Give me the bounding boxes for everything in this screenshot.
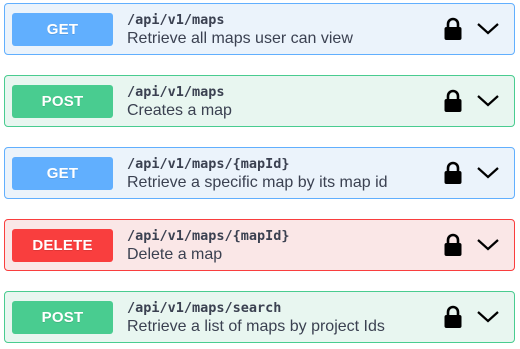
operations-list: GET /api/v1/maps Retrieve all maps user … — [0, 0, 520, 349]
lock-icon[interactable] — [442, 160, 464, 186]
chevron-down-icon[interactable] — [476, 232, 500, 258]
method-badge: POST — [12, 84, 113, 118]
operation-get-map-by-id[interactable]: GET /api/v1/maps/{mapId} Retrieve a spec… — [4, 147, 515, 199]
operation-path: /api/v1/maps/search — [127, 299, 282, 316]
method-badge: DELETE — [12, 228, 113, 262]
lock-icon[interactable] — [442, 304, 464, 330]
operation-summary: Retrieve a list of maps by project Ids — [127, 317, 385, 335]
operation-path: /api/v1/maps/{mapId} — [127, 155, 290, 172]
operation-delete-map[interactable]: DELETE /api/v1/maps/{mapId} Delete a map — [4, 219, 515, 271]
operation-text: /api/v1/maps Creates a map — [127, 83, 442, 120]
method-badge: GET — [12, 156, 113, 190]
method-badge: GET — [12, 12, 113, 46]
operation-path: /api/v1/maps/{mapId} — [127, 227, 290, 244]
operation-summary: Delete a map — [127, 245, 223, 263]
lock-icon[interactable] — [442, 16, 464, 42]
method-badge: POST — [12, 300, 113, 334]
operation-text: /api/v1/maps/search Retrieve a list of m… — [127, 299, 442, 336]
operation-summary: Retrieve a specific map by its map id — [127, 173, 388, 191]
operation-summary: Retrieve all maps user can view — [127, 29, 353, 47]
chevron-down-icon[interactable] — [476, 88, 500, 114]
chevron-down-icon[interactable] — [476, 304, 500, 330]
operation-text: /api/v1/maps Retrieve all maps user can … — [127, 11, 442, 48]
operation-get-maps[interactable]: GET /api/v1/maps Retrieve all maps user … — [4, 3, 515, 55]
chevron-down-icon[interactable] — [476, 16, 500, 42]
operation-text: /api/v1/maps/{mapId} Delete a map — [127, 227, 442, 264]
lock-icon[interactable] — [442, 232, 464, 258]
operation-summary: Creates a map — [127, 101, 232, 119]
operation-post-maps-search[interactable]: POST /api/v1/maps/search Retrieve a list… — [4, 291, 515, 343]
chevron-down-icon[interactable] — [476, 160, 500, 186]
lock-icon[interactable] — [442, 88, 464, 114]
operation-post-maps[interactable]: POST /api/v1/maps Creates a map — [4, 75, 515, 127]
operation-path: /api/v1/maps — [127, 11, 225, 28]
operation-text: /api/v1/maps/{mapId} Retrieve a specific… — [127, 155, 442, 192]
operation-path: /api/v1/maps — [127, 83, 225, 100]
